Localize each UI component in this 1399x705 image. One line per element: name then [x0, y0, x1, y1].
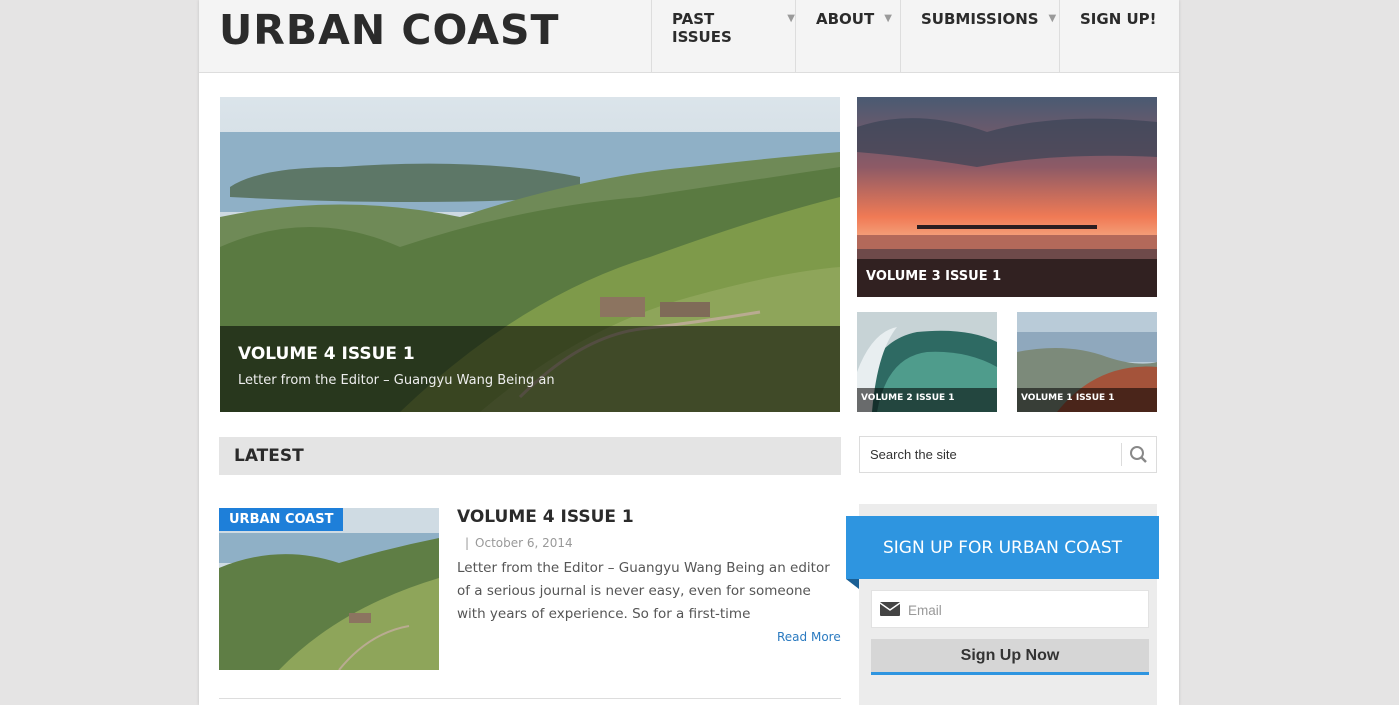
post-meta: | October 6, 2014 — [457, 536, 573, 550]
featured-main-slide[interactable]: VOLUME 4 ISSUE 1 Letter from the Editor … — [220, 97, 840, 412]
triangle-down-icon: ▼ — [787, 13, 795, 24]
nav-item-label: PAST ISSUES — [672, 10, 732, 46]
slide-caption: VOLUME 4 ISSUE 1 Letter from the Editor … — [220, 326, 840, 412]
slide-caption: VOLUME 1 ISSUE 1 — [1017, 388, 1157, 412]
slide-excerpt: Letter from the Editor – Guangyu Wang Be… — [238, 373, 555, 388]
slide-caption: VOLUME 2 ISSUE 1 — [857, 388, 997, 412]
read-more-link[interactable]: Read More — [777, 630, 841, 644]
post-date: October 6, 2014 — [475, 536, 573, 550]
post-thumbnail[interactable] — [219, 508, 439, 670]
envelope-icon — [880, 602, 900, 616]
site-logo[interactable]: URBAN COAST — [219, 6, 560, 54]
search-icon — [1130, 446, 1147, 463]
banner-fold — [846, 579, 859, 589]
nav-item-about[interactable]: ABOUT ▼ — [795, 0, 900, 72]
search-button[interactable] — [1121, 443, 1156, 466]
sign-up-button[interactable]: Sign Up Now — [871, 639, 1149, 675]
triangle-down-icon: ▼ — [1048, 13, 1057, 24]
triangle-down-icon: ▼ — [884, 13, 892, 24]
email-field-wrapper — [871, 590, 1149, 629]
search-input[interactable] — [860, 437, 1122, 472]
meta-separator: | — [465, 536, 470, 550]
featured-volume-1[interactable]: VOLUME 1 ISSUE 1 — [1017, 312, 1157, 412]
category-badge[interactable]: URBAN COAST — [219, 508, 344, 531]
slide-title[interactable]: VOLUME 3 ISSUE 1 — [866, 269, 1001, 284]
slide-caption: VOLUME 3 ISSUE 1 — [857, 259, 1157, 297]
latest-heading-bar: LATEST — [219, 437, 841, 475]
nav-item-submissions[interactable]: SUBMISSIONS ▼ — [900, 0, 1059, 72]
signup-heading: SIGN UP FOR URBAN COAST — [883, 538, 1122, 558]
signup-heading-banner: SIGN UP FOR URBAN COAST — [846, 516, 1159, 579]
nav-item-label: ABOUT — [816, 10, 875, 28]
site-header: URBAN COAST PAST ISSUES ▼ ABOUT ▼ SUBMIS… — [199, 0, 1179, 73]
latest-heading: LATEST — [234, 446, 304, 466]
coastal-hills-thumbnail — [219, 508, 439, 670]
nav-item-label: SUBMISSIONS — [921, 10, 1039, 28]
featured-volume-2[interactable]: VOLUME 2 ISSUE 1 — [857, 312, 997, 412]
slide-title[interactable]: VOLUME 2 ISSUE 1 — [861, 393, 955, 403]
signup-widget: SIGN UP FOR URBAN COAST Sign Up Now — [846, 504, 1159, 705]
post-divider — [219, 698, 841, 699]
post-title[interactable]: VOLUME 4 ISSUE 1 — [457, 507, 634, 527]
search-form — [859, 436, 1157, 473]
slide-title[interactable]: VOLUME 4 ISSUE 1 — [238, 344, 415, 364]
page-container: URBAN COAST PAST ISSUES ▼ ABOUT ▼ SUBMIS… — [199, 0, 1179, 705]
featured-volume-3[interactable]: VOLUME 3 ISSUE 1 — [857, 97, 1157, 297]
nav-item-past-issues[interactable]: PAST ISSUES ▼ — [651, 0, 795, 72]
main-nav: PAST ISSUES ▼ ABOUT ▼ SUBMISSIONS ▼ SIGN… — [651, 0, 1179, 72]
slide-title[interactable]: VOLUME 1 ISSUE 1 — [1021, 393, 1115, 403]
post-excerpt: Letter from the Editor – Guangyu Wang Be… — [457, 560, 830, 622]
nav-item-label: SIGN UP! — [1080, 10, 1157, 28]
email-field[interactable] — [906, 591, 1146, 629]
nav-item-sign-up[interactable]: SIGN UP! — [1059, 0, 1179, 72]
